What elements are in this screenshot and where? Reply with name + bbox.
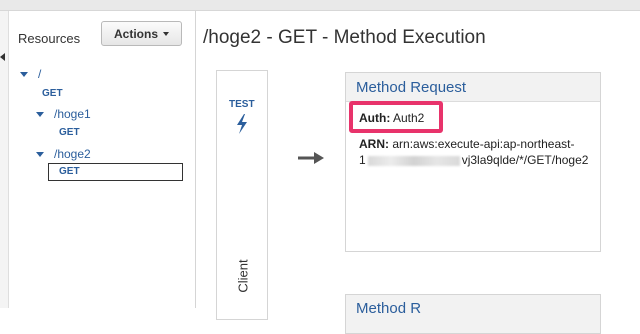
client-panel: TEST Client [216, 70, 268, 320]
arn-value-line1: arn:aws:execute-api:ap-northeast- [392, 137, 575, 151]
caret-down-icon [163, 31, 169, 36]
method-request-panel: Method Request Auth: Auth2 ARN: arn:aws:… [345, 72, 601, 252]
sidebar-collapse-strip[interactable] [0, 11, 9, 308]
collapse-left-icon[interactable] [0, 53, 5, 61]
test-link[interactable]: TEST [229, 99, 255, 110]
arn-value-line2-prefix: 1 [359, 153, 366, 167]
method-request-title[interactable]: Method Request [356, 79, 466, 96]
expand-triangle-icon[interactable] [36, 152, 44, 157]
auth-value: Auth2 [393, 111, 425, 125]
tree-method-get-hoge2[interactable]: GET [59, 166, 80, 177]
expand-triangle-icon[interactable] [20, 72, 28, 77]
lightning-bolt-icon[interactable] [235, 114, 249, 134]
redacted-account-id [367, 155, 460, 166]
arn-label: ARN: [359, 137, 389, 151]
method-response-title[interactable]: Method R [356, 300, 421, 317]
method-response-panel: Method R [345, 294, 601, 334]
tree-item-hoge2[interactable]: /hoge2 [54, 147, 91, 161]
client-label: Client [235, 259, 251, 293]
actions-button[interactable]: Actions [101, 21, 182, 46]
arrow-right-icon [298, 152, 324, 164]
page-title: /hoge2 - GET - Method Execution [203, 27, 486, 48]
arn-line-1: ARN: arn:aws:execute-api:ap-northeast- [359, 137, 574, 151]
top-toolbar [0, 0, 640, 11]
auth-label: Auth: [359, 111, 391, 125]
tree-item-hoge1[interactable]: /hoge1 [54, 107, 91, 121]
tree-method-get-root[interactable]: GET [42, 88, 63, 99]
arn-line-2: 1 vj3la9qlde/*/GET/hoge2 [359, 153, 588, 167]
actions-label: Actions [113, 26, 158, 41]
arn-value-line2-suffix: vj3la9qlde/*/GET/hoge2 [461, 153, 589, 167]
tree-item-root[interactable]: / [38, 67, 41, 81]
expand-triangle-icon[interactable] [36, 112, 44, 117]
tree-method-get-hoge2-selected[interactable]: GET [48, 163, 183, 181]
tree-method-get-hoge1[interactable]: GET [59, 127, 80, 138]
auth-line: Auth: Auth2 [359, 111, 424, 125]
resources-title: Resources [18, 31, 81, 46]
resources-panel: Resources Actions / GET /hoge1 GET /hoge… [9, 11, 196, 308]
